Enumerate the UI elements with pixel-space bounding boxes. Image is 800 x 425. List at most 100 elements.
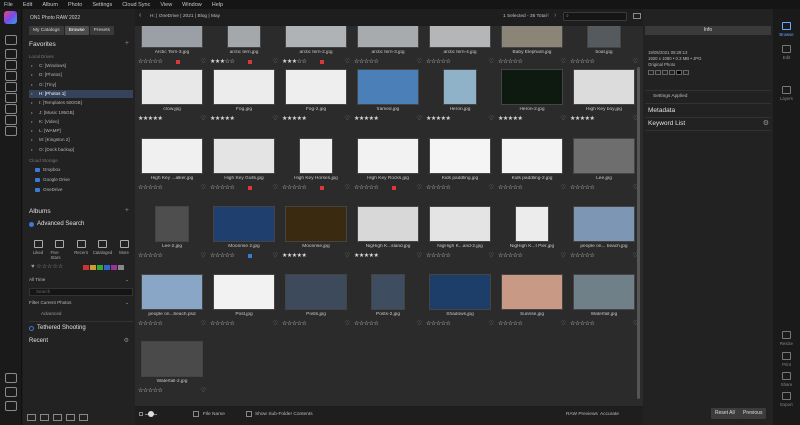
module-browse[interactable]: Browse [773,22,800,37]
star-rating[interactable]: ★★★☆☆ [282,59,307,65]
photo-cell[interactable]: Moonrise 2.jpg ☆☆☆☆☆ ♡ [210,204,278,261]
yellow-swatch[interactable] [90,265,96,270]
photo-thumbnail[interactable] [573,138,635,174]
like-icon[interactable]: ♡ [201,387,206,394]
photo-thumbnail[interactable] [285,26,347,48]
single-view-icon[interactable] [27,413,36,421]
like-icon[interactable]: ♡ [201,58,206,65]
advanced-link[interactable]: Advanced [41,311,61,316]
detail-view-icon[interactable] [53,413,62,421]
like-icon[interactable]: ♡ [633,58,638,65]
photo-cell[interactable]: Shadows.jpg ☆☆☆☆☆ ♡ [426,272,494,329]
like-icon[interactable]: ♡ [417,58,422,65]
photo-cell[interactable]: High Key Rocks.jpg ☆☆☆☆☆ ♡ [354,136,422,193]
cloud-google-drive[interactable]: Google Drive [35,177,70,182]
photo-cell[interactable]: people on... beach.jpg ☆☆☆☆☆ ♡ [570,204,638,261]
photo-cell[interactable]: Post.jpg ☆☆☆☆☆ ♡ [210,272,278,329]
five-stars-filter[interactable]: Five Stars [51,240,69,260]
star-rating[interactable]: ☆☆☆☆☆ [138,388,163,394]
grid-scrollbar[interactable] [637,67,640,399]
module-resize[interactable]: Resize [773,331,800,346]
like-icon[interactable]: ♡ [201,115,206,122]
photo-thumbnail[interactable] [429,26,491,48]
drive-item[interactable]: K: [Video] [29,118,133,126]
like-icon[interactable]: ♡ [489,320,494,327]
photo-thumbnail[interactable] [573,206,635,242]
photo-thumbnail[interactable] [213,69,275,105]
prev-page-icon[interactable]: ‹ [547,12,549,19]
photo-thumbnail[interactable] [573,274,635,310]
photo-cell[interactable]: Posts-2.jpg ☆☆☆☆☆ ♡ [354,272,422,329]
like-icon[interactable]: ♡ [561,184,566,191]
star-rating[interactable]: ★★★★★ [426,116,451,122]
photo-cell[interactable]: High Key ...alker.jpg ☆☆☆☆☆ ♡ [138,136,206,193]
menu-edit[interactable]: Edit [23,2,32,8]
star-rating[interactable]: ☆☆☆☆☆ [570,59,595,65]
photo-cell[interactable]: Heron.jpg ★★★★★ ♡ [426,67,494,124]
red-swatch[interactable] [83,265,89,270]
photo-cell[interactable]: High Key boy.jpg ★★★★★ ♡ [570,67,638,124]
compare-view-icon[interactable] [66,413,75,421]
tethered-shooting-header[interactable]: Tethered Shooting [37,325,86,331]
like-icon[interactable]: ♡ [345,58,350,65]
advanced-search-header[interactable]: Advanced Search [37,221,84,227]
sort-by[interactable]: File Name [203,412,225,417]
cloud-dropbox[interactable]: Dropbox [35,167,60,172]
like-icon[interactable]: ♡ [417,115,422,122]
like-icon[interactable]: ♡ [273,320,278,327]
star-rating[interactable]: ☆☆☆☆☆ [354,59,379,65]
photo-thumbnail[interactable] [141,274,203,310]
photo-cell[interactable]: Posts.jpg ☆☆☆☆☆ ♡ [282,272,350,329]
advanced-search-toggle[interactable] [29,222,34,227]
star-rating[interactable]: ☆☆☆☆☆ [138,253,163,259]
star-rating[interactable]: ☆☆☆☆☆ [570,185,595,191]
back-arrow-icon[interactable]: ‹ [139,12,141,19]
favorites-header[interactable]: Favorites [29,41,56,48]
previous-button[interactable]: Previous [739,408,767,419]
photo-cell[interactable]: arctic tern.jpg ★★★☆☆ ♡ [210,26,278,67]
photo-thumbnail[interactable] [429,138,491,174]
star-rating[interactable]: ★★★★★ [210,116,235,122]
color-label-filter[interactable] [83,265,125,270]
tab-browse[interactable]: Browse [64,26,89,35]
photo-thumbnail[interactable] [141,138,203,174]
next-page-icon[interactable]: › [554,12,556,19]
menu-cloud-sync[interactable]: Cloud Sync [122,2,150,8]
star-rating[interactable]: ☆☆☆☆☆ [282,185,307,191]
photo-cell[interactable]: arctic tern-3.jpg ☆☆☆☆☆ ♡ [354,26,422,67]
gray-swatch[interactable] [118,265,124,270]
drive-item[interactable]: M: [Kingston 2] [29,136,133,144]
tab-presets[interactable]: Presets [89,26,114,35]
photo-thumbnail[interactable] [357,206,419,242]
drive-item[interactable]: H: [Photos 1] [29,89,133,98]
star-rating[interactable]: ☆☆☆☆☆ [426,59,451,65]
cataloged-filter[interactable]: Cataloged [93,240,112,260]
tethered-toggle[interactable] [29,326,34,331]
like-icon[interactable]: ♡ [561,320,566,327]
gear-icon[interactable]: ⚙ [124,337,129,344]
menu-view[interactable]: View [160,2,172,8]
like-icon[interactable]: ♡ [489,252,494,259]
photo-thumbnail[interactable] [357,26,419,48]
monitor-icon[interactable] [5,82,17,92]
grid-view-icon[interactable] [40,413,49,421]
star-rating[interactable]: ★★★★★ [282,116,307,122]
star-rating[interactable]: ☆☆☆☆☆ [498,253,523,259]
like-icon[interactable]: ♡ [489,58,494,65]
photo-thumbnail[interactable] [501,274,563,310]
photo-cell[interactable]: High Key Horses.jpg ☆☆☆☆☆ ♡ [282,136,350,193]
like-icon[interactable]: ♡ [417,320,422,327]
star-rating[interactable]: ☆☆☆☆☆ [282,321,307,327]
image-icon[interactable] [5,60,17,70]
star-rating[interactable]: ★★★★★ [498,116,523,122]
color-label[interactable] [176,60,180,64]
photo-thumbnail[interactable] [573,69,635,105]
filter-current-photos[interactable]: Filter Current Photos ⌄ [29,299,133,307]
photo-cell[interactable]: Waterfall.jpg ☆☆☆☆☆ ♡ [570,272,638,329]
photo-thumbnail[interactable] [501,69,563,105]
reset-all-button[interactable]: Reset All [711,408,739,419]
photo-thumbnail[interactable] [285,274,347,310]
module-layers[interactable]: Layers [773,86,800,101]
sort-icon[interactable] [193,411,199,417]
star-rating[interactable]: ☆☆☆☆☆ [498,59,523,65]
